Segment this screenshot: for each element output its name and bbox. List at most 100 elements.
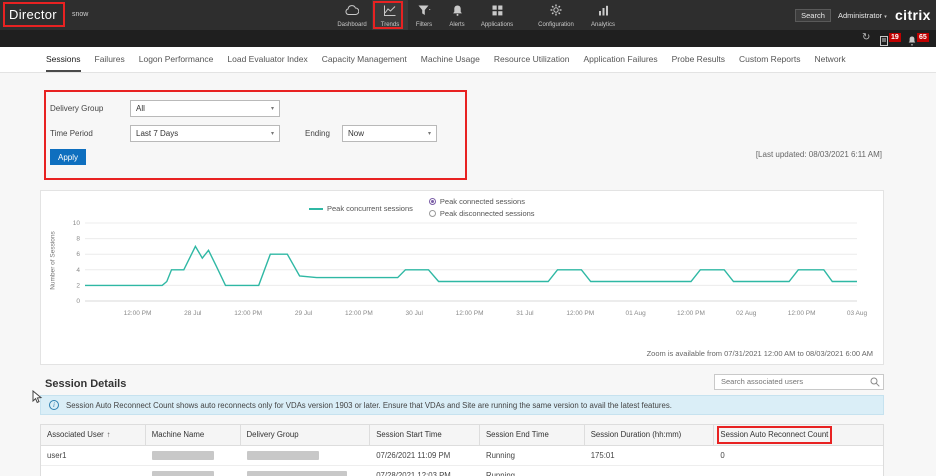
apply-button[interactable]: Apply <box>50 149 86 165</box>
svg-text:0: 0 <box>76 298 80 305</box>
svg-text:12:00 PM: 12:00 PM <box>124 310 152 317</box>
nav-label: Alerts <box>449 22 464 28</box>
session-details-title: Session Details <box>45 378 126 390</box>
tab-capacity-management[interactable]: Capacity Management <box>322 47 407 72</box>
nav-label: Filters <box>416 22 432 28</box>
legend-line-swatch <box>309 208 323 210</box>
gear-icon <box>550 3 562 21</box>
tab-failures[interactable]: Failures <box>95 47 125 72</box>
nav-label: Dashboard <box>337 22 366 28</box>
svg-text:28 Jul: 28 Jul <box>184 310 202 317</box>
col-session-start-time[interactable]: Session Start Time <box>370 425 480 445</box>
chevron-down-icon: ▾ <box>428 130 431 137</box>
chevron-down-icon: ▾ <box>271 130 274 137</box>
nav-alerts[interactable]: Alerts <box>440 0 474 30</box>
nav-dashboard[interactable]: Dashboard <box>332 0 372 30</box>
cell-session-end-time: Running <box>480 466 585 476</box>
nav-label: Analytics <box>591 22 615 28</box>
cell-associated-user: user1 <box>41 446 146 465</box>
svg-text:30 Jul: 30 Jul <box>406 310 424 317</box>
col-associated-user[interactable]: Associated User↑ <box>41 425 146 445</box>
associated-users-search <box>714 371 884 387</box>
tab-load-evaluator-index[interactable]: Load Evaluator Index <box>227 47 307 72</box>
time-period-select[interactable]: Last 7 Days▾ <box>130 125 280 142</box>
nav-configuration[interactable]: Configuration <box>530 0 582 30</box>
svg-text:02 Aug: 02 Aug <box>736 310 757 317</box>
table-row[interactable]: user1 07/26/2021 11:09 PM Running 175:01… <box>41 446 883 466</box>
svg-text:2: 2 <box>76 282 80 289</box>
info-banner-text: Session Auto Reconnect Count shows auto … <box>66 401 672 410</box>
cell-session-start-time: 07/26/2021 11:09 PM <box>370 446 480 465</box>
tab-logon-performance[interactable]: Logon Performance <box>139 47 214 72</box>
legend-peak-connected[interactable]: Peak connected sessions <box>429 197 535 206</box>
svg-text:01 Aug: 01 Aug <box>625 310 646 317</box>
tab-sessions[interactable]: Sessions <box>46 47 81 72</box>
ending-label: Ending <box>305 129 330 138</box>
svg-text:31 Jul: 31 Jul <box>516 310 534 317</box>
delivery-group-label: Delivery Group <box>50 104 103 113</box>
svg-text:12:00 PM: 12:00 PM <box>234 310 262 317</box>
table-header-row: Associated User↑ Machine Name Delivery G… <box>41 425 883 446</box>
table-row[interactable]: 07/28/2021 12:03 PM Running <box>41 466 883 476</box>
svg-text:4: 4 <box>76 267 80 274</box>
top-bar: Director snow Dashboard Trends Filters A… <box>0 0 936 30</box>
cell-delivery-group <box>241 446 371 465</box>
nav-filters[interactable]: Filters <box>408 0 440 30</box>
bell-icon <box>452 3 463 21</box>
site-name: snow <box>72 11 88 18</box>
svg-text:6: 6 <box>76 251 80 258</box>
session-details-table: Associated User↑ Machine Name Delivery G… <box>40 424 884 476</box>
svg-text:10: 10 <box>73 220 81 227</box>
trends-icon <box>384 3 396 21</box>
warning-count-badge: 65 <box>917 33 929 42</box>
director-trends-screen: Director snow Dashboard Trends Filters A… <box>0 0 936 476</box>
tab-custom-reports[interactable]: Custom Reports <box>739 47 800 72</box>
svg-text:12:00 PM: 12:00 PM <box>677 310 705 317</box>
search-input[interactable] <box>714 374 884 390</box>
info-icon: i <box>49 400 59 410</box>
chevron-down-icon: ▾ <box>271 105 274 112</box>
col-machine-name[interactable]: Machine Name <box>146 425 241 445</box>
top-navigation: Dashboard Trends Filters Alerts Applicat… <box>332 0 624 30</box>
ending-select[interactable]: Now▾ <box>342 125 437 142</box>
citrix-logo: citrix <box>895 7 931 23</box>
search-button[interactable]: Search <box>795 9 831 22</box>
user-menu[interactable]: Administrator ▾ <box>838 11 887 20</box>
chevron-down-icon: ▾ <box>884 14 887 20</box>
tab-resource-utilization[interactable]: Resource Utilization <box>494 47 570 72</box>
tab-network[interactable]: Network <box>814 47 845 72</box>
col-delivery-group[interactable]: Delivery Group <box>241 425 371 445</box>
cell-session-auto-reconnect-count: 0 <box>714 446 883 465</box>
tab-application-failures[interactable]: Application Failures <box>583 47 657 72</box>
svg-text:29 Jul: 29 Jul <box>295 310 313 317</box>
cell-session-start-time: 07/28/2021 12:03 PM <box>370 466 480 476</box>
col-session-end-time[interactable]: Session End Time <box>480 425 585 445</box>
delivery-group-select[interactable]: All▾ <box>130 100 280 117</box>
cloud-icon <box>345 3 359 21</box>
sort-ascending-icon: ↑ <box>107 430 111 439</box>
zoom-availability-note: Zoom is available from 07/31/2021 12:00 … <box>647 349 873 358</box>
cell-session-duration: 175:01 <box>585 446 715 465</box>
refresh-icon[interactable]: ↻ <box>862 32 870 43</box>
svg-text:03 Aug: 03 Aug <box>847 310 868 317</box>
cell-delivery-group <box>241 466 371 476</box>
sessions-chart-svg[interactable]: 024681012:00 PM28 Jul12:00 PM29 Jul12:00… <box>55 213 871 345</box>
time-period-label: Time Period <box>50 129 93 138</box>
cell-session-end-time: Running <box>480 446 585 465</box>
svg-text:12:00 PM: 12:00 PM <box>345 310 373 317</box>
col-session-auto-reconnect-count[interactable]: Session Auto Reconnect Count <box>714 425 883 445</box>
col-session-duration[interactable]: Session Duration (hh:mm) <box>585 425 715 445</box>
tab-probe-results[interactable]: Probe Results <box>672 47 725 72</box>
radio-selected-icon <box>429 198 436 205</box>
last-updated-text: [Last updated: 08/03/2021 6:11 AM] <box>756 150 882 159</box>
nav-applications[interactable]: Applications <box>474 0 520 30</box>
nav-trends[interactable]: Trends <box>372 0 408 30</box>
tab-machine-usage[interactable]: Machine Usage <box>421 47 480 72</box>
cell-session-duration <box>585 466 715 476</box>
nav-label: Configuration <box>538 22 574 28</box>
utility-bar: ↻ 19 65 <box>0 30 936 47</box>
nav-label: Trends <box>381 22 399 28</box>
search-icon[interactable] <box>870 374 880 392</box>
nav-analytics[interactable]: Analytics <box>582 0 624 30</box>
sessions-chart-panel: Peak concurrent sessions Peak connected … <box>40 190 884 365</box>
